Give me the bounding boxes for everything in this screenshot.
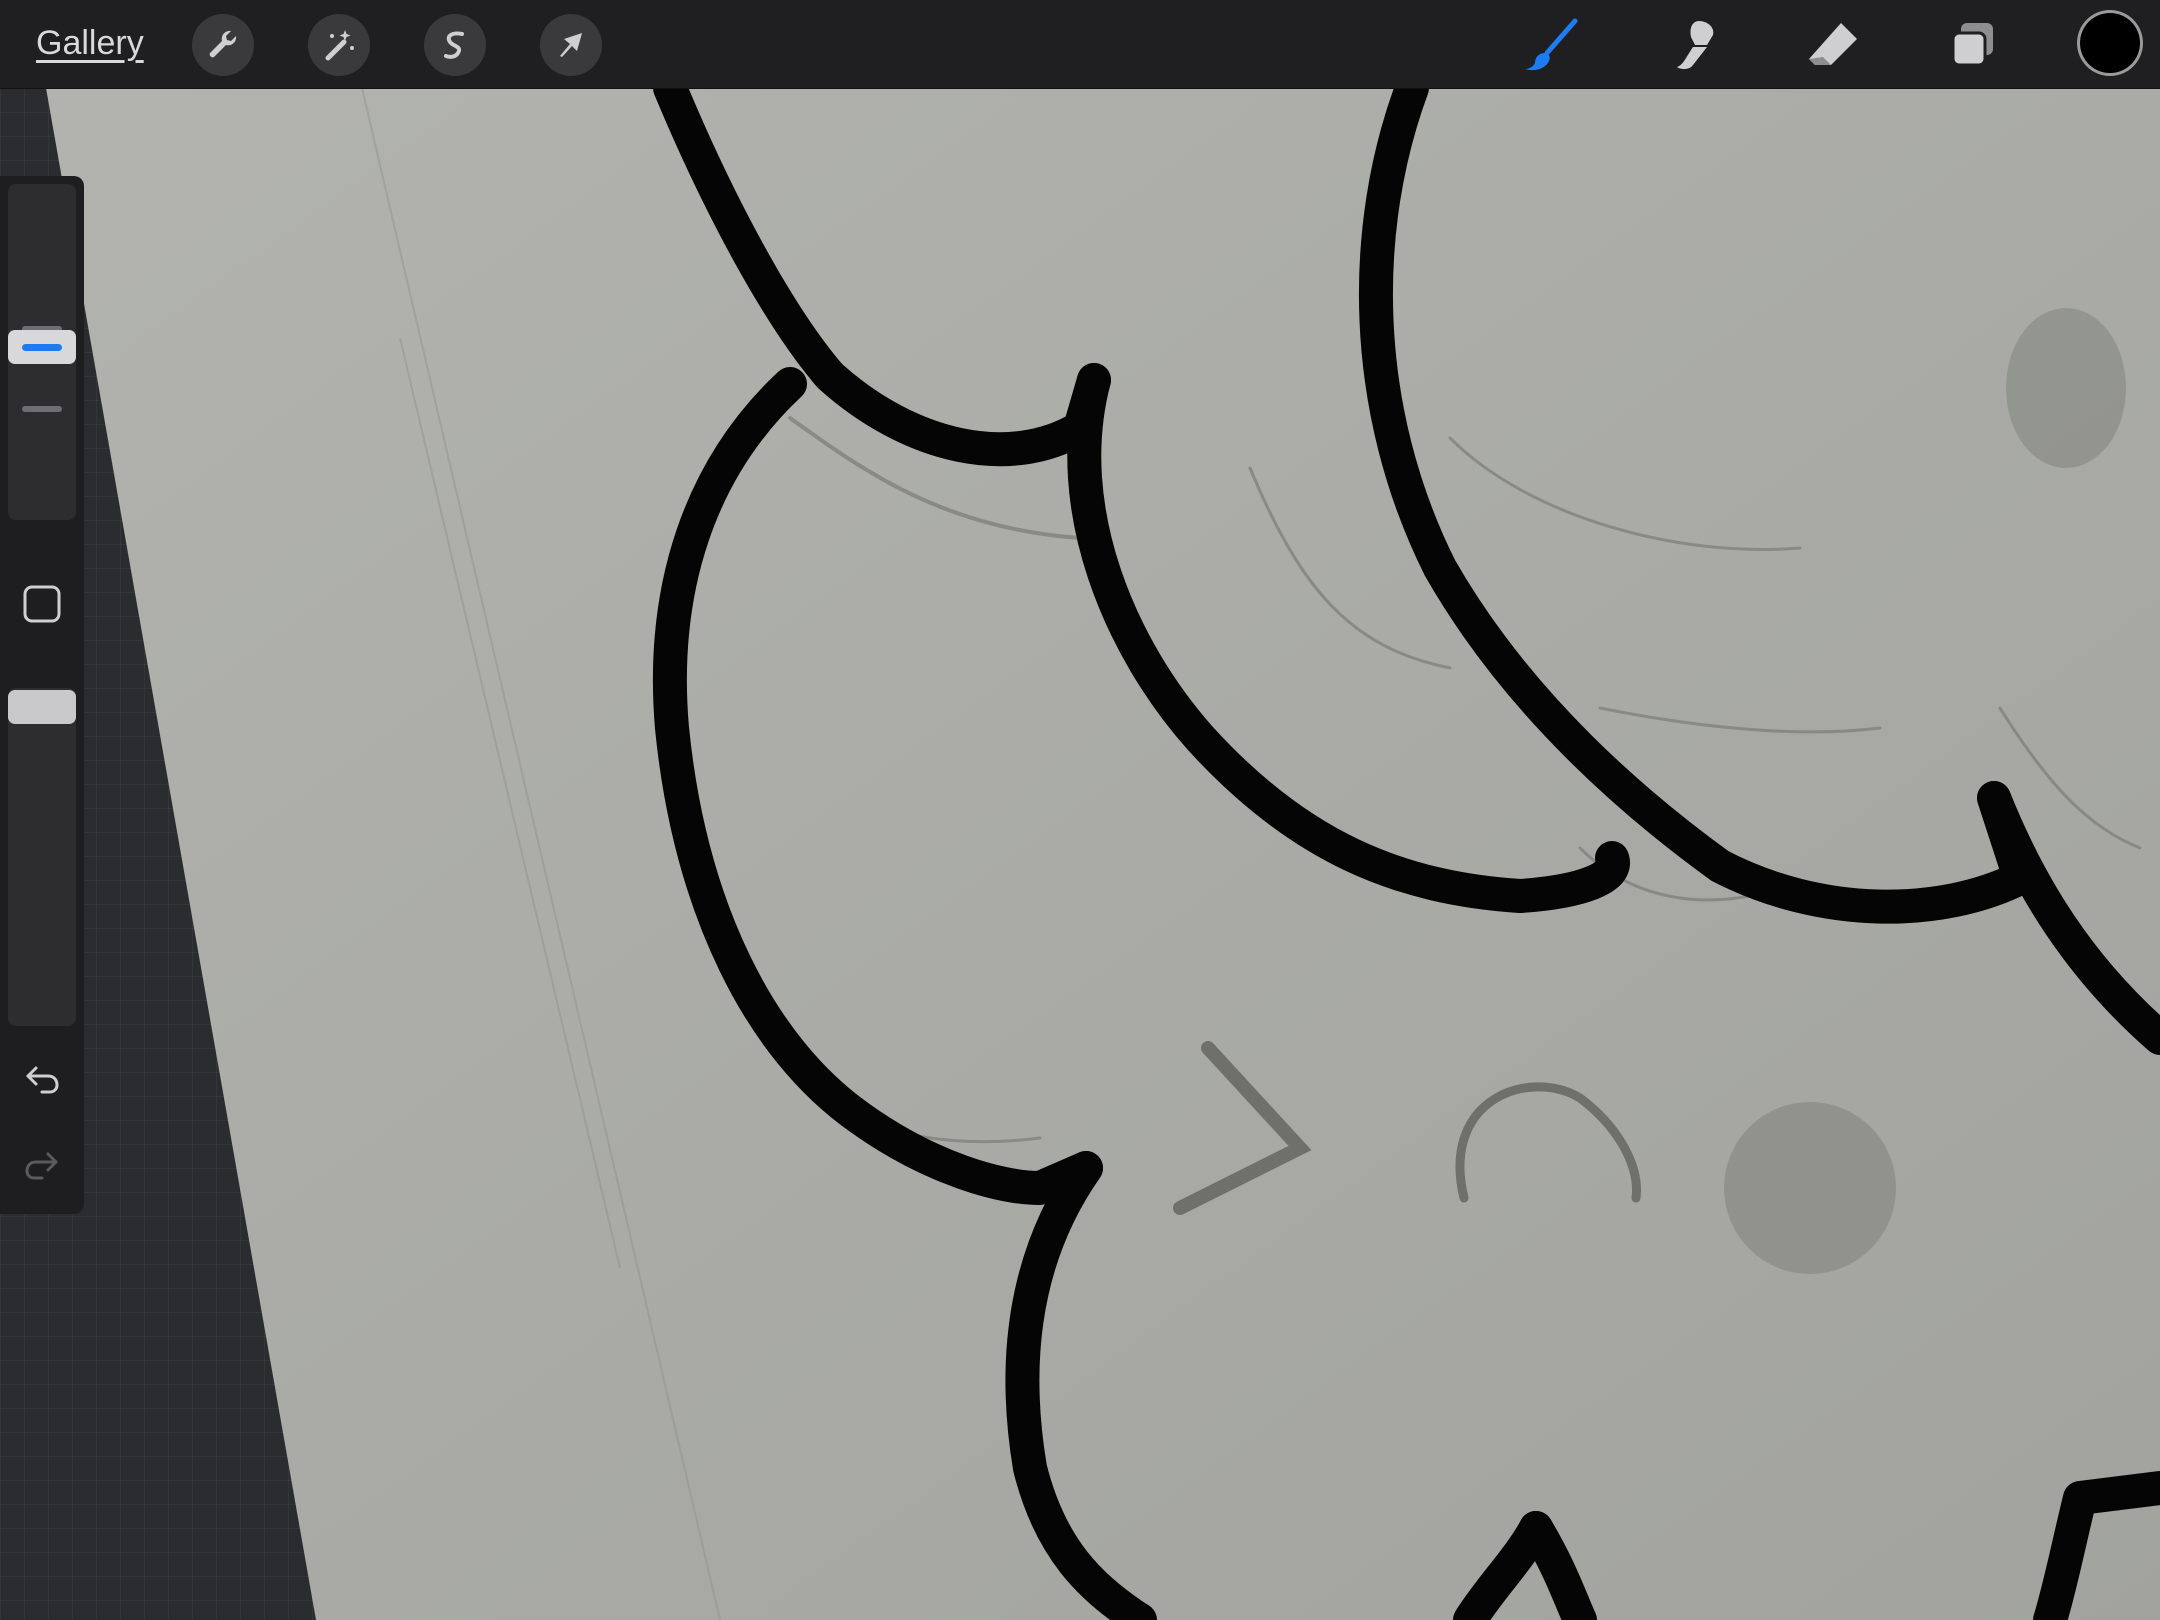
- eraser-icon: [1809, 23, 1857, 65]
- selection-icon: [444, 31, 464, 59]
- smudge-icon: [1677, 21, 1714, 69]
- gallery-link[interactable]: Gallery: [36, 20, 144, 66]
- modify-square-icon: [23, 585, 61, 623]
- undo-icon: [26, 1066, 59, 1094]
- adjustments-wand-button[interactable]: [308, 14, 370, 76]
- eraser-tool-button[interactable]: [1800, 12, 1866, 78]
- opacity-slider[interactable]: [8, 688, 76, 1026]
- redo-icon: [25, 1152, 58, 1180]
- actions-wrench-button[interactable]: [192, 14, 254, 76]
- redo-button[interactable]: [20, 1142, 64, 1186]
- brush-size-slider[interactable]: [8, 184, 76, 520]
- layers-icon: [1951, 23, 1993, 67]
- top-toolbar: Gallery: [0, 0, 2160, 89]
- layers-button[interactable]: [1940, 12, 2006, 78]
- brush-icon: [1525, 18, 1578, 71]
- left-sidebar: [0, 176, 84, 1214]
- sketch-cheek-dot: [1724, 1102, 1896, 1274]
- modify-button[interactable]: [22, 584, 62, 624]
- selection-button[interactable]: [424, 14, 486, 76]
- brush-size-thumb[interactable]: [8, 330, 76, 365]
- drawing-canvas[interactable]: [0, 88, 2160, 1620]
- magic-wand-icon: [325, 30, 354, 61]
- smudge-tool-button[interactable]: [1660, 12, 1726, 78]
- color-picker-swatch[interactable]: [2080, 13, 2140, 73]
- sketch-upper-dot: [2006, 308, 2126, 468]
- paper-photo: [46, 88, 2160, 1620]
- transform-button[interactable]: [540, 14, 602, 76]
- wrench-icon: [209, 30, 237, 58]
- undo-button[interactable]: [20, 1056, 64, 1100]
- size-thumb-indicator: [22, 343, 62, 351]
- transform-arrow-icon: [560, 33, 582, 57]
- size-tick: [22, 406, 62, 412]
- opacity-thumb[interactable]: [8, 690, 76, 724]
- brush-tool-button[interactable]: [1518, 12, 1584, 78]
